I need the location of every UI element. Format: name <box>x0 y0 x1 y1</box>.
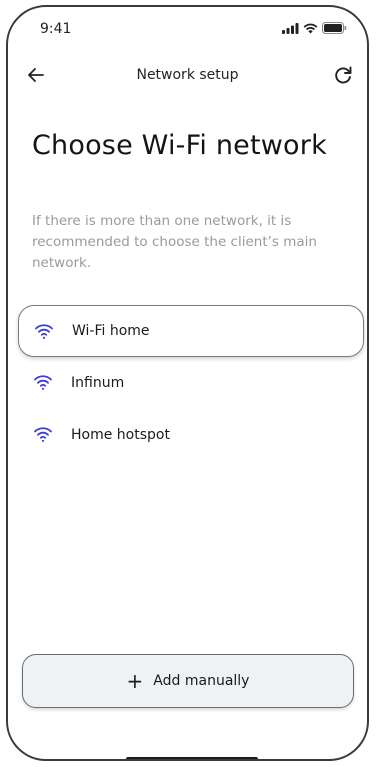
status-icons <box>282 22 347 34</box>
refresh-icon[interactable] <box>331 63 355 87</box>
status-bar: 9:41 <box>8 7 367 47</box>
wifi-icon <box>34 375 52 390</box>
status-time: 9:41 <box>40 21 72 37</box>
wifi-icon <box>35 324 53 339</box>
signal-icon <box>282 22 299 34</box>
wifi-icon <box>303 23 318 33</box>
add-manually-button[interactable]: + Add manually <box>22 654 354 708</box>
phone-frame: 9:41 Network setup Choose Wi-Fi network … <box>6 5 369 761</box>
battery-icon <box>322 22 347 34</box>
page-title: Choose Wi-Fi network <box>32 130 327 162</box>
add-manually-label: Add manually <box>153 673 250 689</box>
network-list: Wi-Fi home Infinum Home hotspot <box>18 305 364 461</box>
wifi-icon <box>34 427 52 442</box>
hint-text: If there is more than one network, it is… <box>32 213 317 271</box>
network-label: Infinum <box>71 375 125 391</box>
network-item-home-hotspot[interactable]: Home hotspot <box>18 409 364 461</box>
network-label: Wi-Fi home <box>72 323 150 339</box>
nav-bar: Network setup <box>8 59 367 91</box>
plus-icon: + <box>126 669 144 693</box>
home-indicator[interactable] <box>126 757 258 759</box>
nav-title: Network setup <box>136 67 239 83</box>
network-item-infinum[interactable]: Infinum <box>18 357 364 409</box>
network-item-wifi-home[interactable]: Wi-Fi home <box>18 305 364 357</box>
network-label: Home hotspot <box>71 427 170 443</box>
